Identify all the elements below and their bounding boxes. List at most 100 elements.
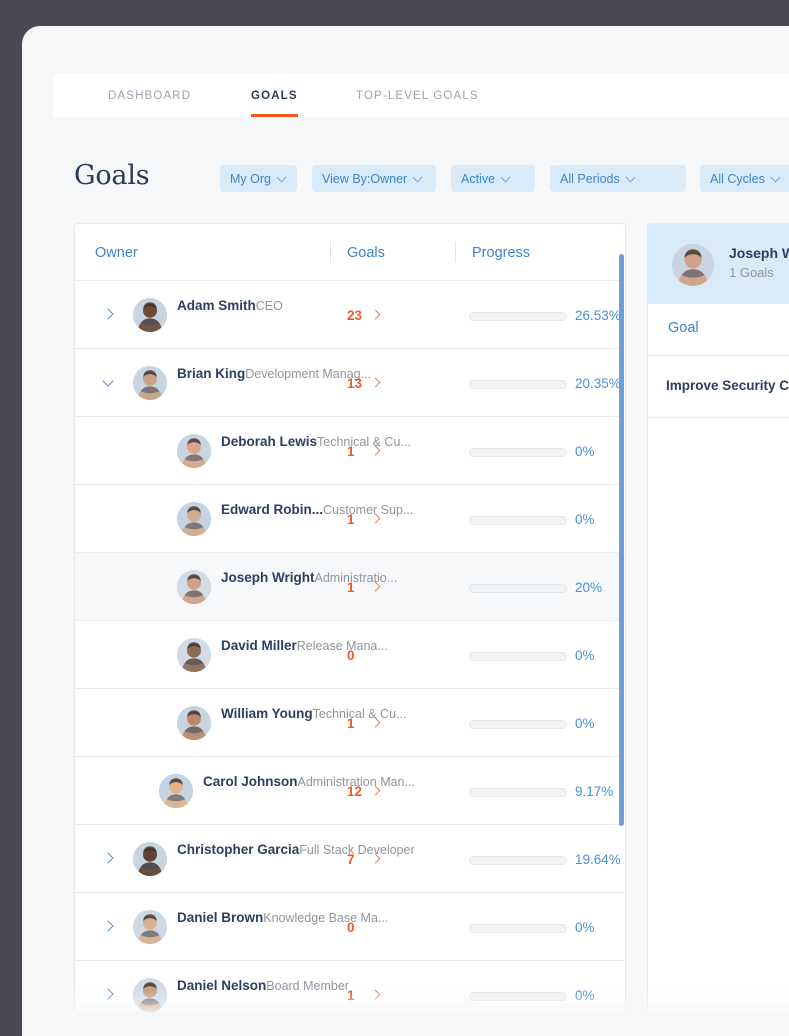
goal-count[interactable]: 1 bbox=[347, 444, 387, 459]
owner-name: Carol Johnson bbox=[203, 774, 298, 789]
progress-percent: 0% bbox=[575, 920, 595, 935]
detail-goal-row[interactable]: Improve Security Compli bbox=[648, 356, 789, 418]
progress-bar bbox=[469, 312, 567, 321]
tab-goals[interactable]: GOALS bbox=[251, 74, 298, 117]
column-header-goal[interactable]: Goal bbox=[668, 320, 699, 336]
progress-bar bbox=[469, 516, 567, 525]
goal-count[interactable]: 1 bbox=[347, 716, 387, 731]
avatar bbox=[177, 434, 211, 468]
chevron-right-icon[interactable] bbox=[372, 787, 381, 796]
filter-view-by[interactable]: View By:Owner bbox=[312, 165, 436, 192]
owner-name: Deborah Lewis bbox=[221, 434, 317, 449]
avatar bbox=[177, 638, 211, 672]
filter-periods[interactable]: All Periods bbox=[550, 165, 686, 192]
chevron-down-icon bbox=[502, 172, 511, 181]
goal-count[interactable]: 13 bbox=[347, 376, 387, 391]
goal-count[interactable]: 1 bbox=[347, 512, 387, 527]
filter-view-by-label: View By:Owner bbox=[322, 172, 407, 186]
tab-dashboard[interactable]: DASHBOARD bbox=[108, 74, 191, 117]
table-row[interactable]: David MillerRelease Mana...00% bbox=[75, 621, 625, 689]
chevron-right-icon[interactable] bbox=[372, 719, 381, 728]
owner-cell: Brian KingDevelopment Manag... bbox=[177, 365, 371, 383]
owner-name: Joseph Wright bbox=[221, 570, 315, 585]
owner-cell: Daniel NelsonBoard Member bbox=[177, 977, 349, 995]
owner-cell: Adam SmithCEO bbox=[177, 297, 283, 315]
chevron-down-icon bbox=[414, 172, 423, 181]
filter-periods-label: All Periods bbox=[560, 172, 620, 186]
progress-bar bbox=[469, 856, 567, 865]
goal-count[interactable]: 23 bbox=[347, 308, 387, 323]
owner-title: Board Member bbox=[266, 979, 349, 993]
owner-name: Edward Robin... bbox=[221, 502, 323, 517]
goal-count[interactable]: 1 bbox=[347, 580, 387, 595]
progress-bar bbox=[469, 652, 567, 661]
owner-name: William Young bbox=[221, 706, 313, 721]
filter-cycles[interactable]: All Cycles bbox=[700, 165, 789, 192]
table-row[interactable]: Deborah LewisTechnical & Cu...10% bbox=[75, 417, 625, 485]
owner-name: Daniel Brown bbox=[177, 910, 263, 925]
active-tab-underline bbox=[251, 114, 298, 117]
table-row[interactable]: William YoungTechnical & Cu...10% bbox=[75, 689, 625, 757]
filter-status[interactable]: Active bbox=[451, 165, 535, 192]
avatar bbox=[672, 244, 714, 286]
progress-percent: 9.17% bbox=[575, 784, 613, 799]
progress-percent: 20.35% bbox=[575, 376, 621, 391]
avatar bbox=[133, 298, 167, 332]
goal-detail-panel: Joseph Wright 1 Goals Goal Improve Secur… bbox=[647, 223, 789, 1013]
owner-name: Daniel Nelson bbox=[177, 978, 266, 993]
table-row[interactable]: Christopher GarciaFull Stack Developer71… bbox=[75, 825, 625, 893]
chevron-down-icon bbox=[278, 172, 287, 181]
owner-name: Christopher Garcia bbox=[177, 842, 299, 857]
progress-percent: 0% bbox=[575, 716, 595, 731]
progress-percent: 0% bbox=[575, 444, 595, 459]
chevron-right-icon[interactable] bbox=[104, 854, 114, 864]
table-row[interactable]: Daniel NelsonBoard Member1 0% bbox=[75, 961, 625, 1013]
detail-column-header: Goal bbox=[648, 304, 789, 356]
goal-count[interactable]: 7 bbox=[347, 852, 387, 867]
column-header-progress[interactable]: Progress bbox=[472, 224, 530, 281]
detail-goal-title: Improve Security Compli bbox=[666, 378, 789, 393]
chevron-right-icon[interactable] bbox=[104, 310, 114, 320]
filter-status-label: Active bbox=[461, 172, 495, 186]
goal-count[interactable]: 1 bbox=[347, 988, 387, 1003]
table-row[interactable]: Joseph WrightAdministratio...120% bbox=[75, 553, 625, 621]
column-divider bbox=[455, 241, 456, 263]
chevron-down-icon[interactable] bbox=[104, 378, 114, 388]
table-row[interactable]: Daniel BrownKnowledge Base Ma...00% bbox=[75, 893, 625, 961]
tab-goals-label: GOALS bbox=[251, 90, 298, 102]
page-title: Goals bbox=[74, 160, 149, 191]
table-row[interactable]: Carol JohnsonAdministration Man...129.17… bbox=[75, 757, 625, 825]
progress-bar bbox=[469, 584, 567, 593]
detail-goal-list: Improve Security Compli bbox=[648, 356, 789, 418]
chevron-right-icon[interactable] bbox=[104, 922, 114, 932]
goal-count[interactable]: 12 bbox=[347, 784, 387, 799]
avatar bbox=[133, 842, 167, 876]
tab-bar: DASHBOARD GOALS TOP-LEVEL GOALS bbox=[53, 74, 789, 117]
chevron-right-icon[interactable] bbox=[372, 583, 381, 592]
table-row[interactable]: Adam SmithCEO2326.53% bbox=[75, 281, 625, 349]
chevron-right-icon[interactable] bbox=[372, 311, 381, 320]
progress-percent: 0% bbox=[575, 988, 595, 1003]
goal-count[interactable]: 0 bbox=[347, 648, 387, 663]
goals-owner-table: Owner Goals Progress Adam SmithCEO2326.5… bbox=[74, 223, 626, 1013]
detail-panel-header: Joseph Wright 1 Goals bbox=[648, 224, 789, 304]
column-header-goals[interactable]: Goals bbox=[347, 224, 385, 281]
progress-bar bbox=[469, 380, 567, 389]
column-header-owner[interactable]: Owner bbox=[95, 224, 138, 281]
detail-owner-goal-count: 1 Goals bbox=[729, 265, 774, 280]
chevron-right-icon[interactable] bbox=[372, 379, 381, 388]
progress-percent: 20% bbox=[575, 580, 602, 595]
progress-bar bbox=[469, 720, 567, 729]
tab-top-level-goals[interactable]: TOP-LEVEL GOALS bbox=[356, 74, 479, 117]
table-vertical-scrollbar[interactable] bbox=[619, 254, 624, 826]
chevron-right-icon[interactable] bbox=[372, 855, 381, 864]
progress-bar bbox=[469, 788, 567, 797]
chevron-right-icon[interactable] bbox=[372, 447, 381, 456]
filter-my-org[interactable]: My Org bbox=[220, 165, 297, 192]
table-row[interactable]: Brian KingDevelopment Manag...13 20.35% bbox=[75, 349, 625, 417]
progress-bar bbox=[469, 992, 567, 1001]
chevron-right-icon[interactable] bbox=[372, 515, 381, 524]
avatar bbox=[177, 706, 211, 740]
goal-count[interactable]: 0 bbox=[347, 920, 387, 935]
table-row[interactable]: Edward Robin...Customer Sup...10% bbox=[75, 485, 625, 553]
